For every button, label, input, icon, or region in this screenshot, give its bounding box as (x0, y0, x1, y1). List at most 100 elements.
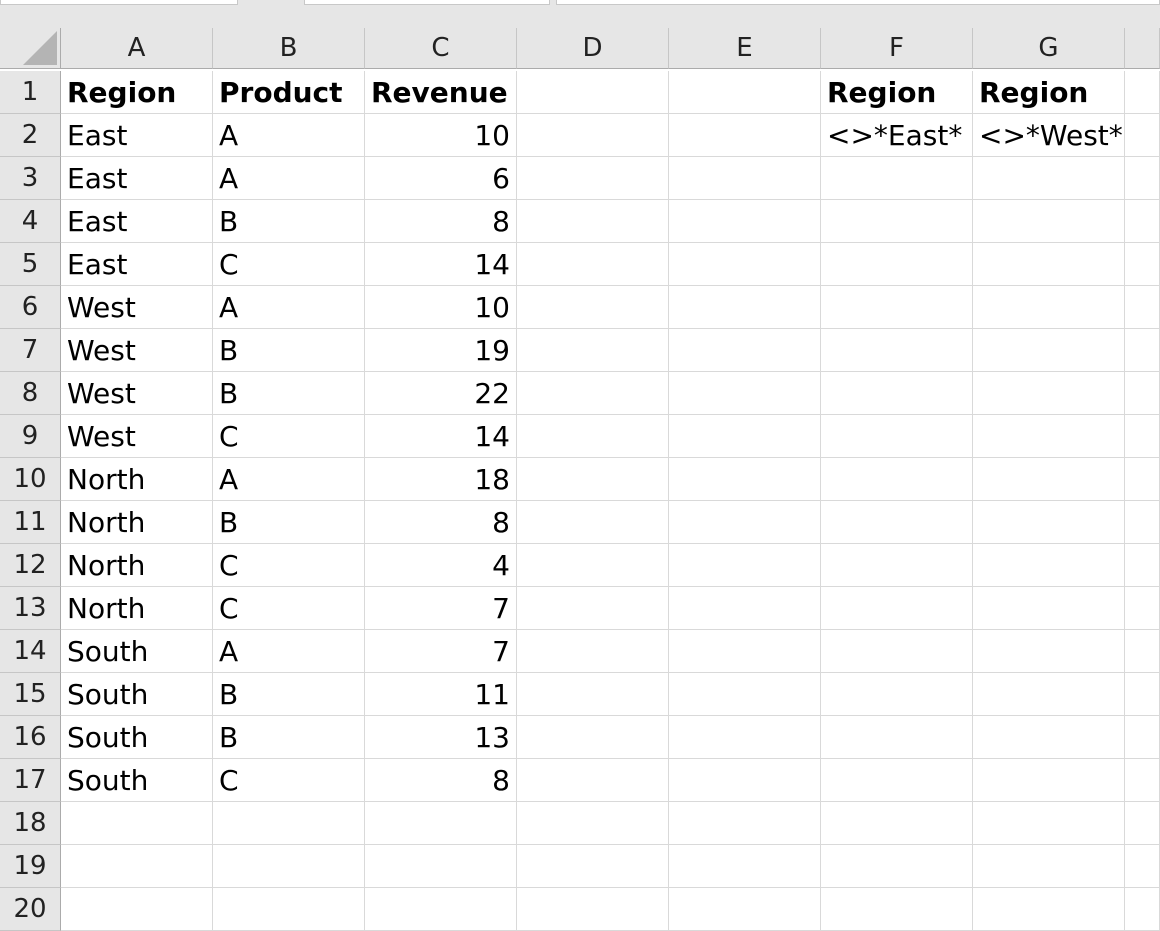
cell-D19[interactable] (517, 845, 669, 888)
cell-E12[interactable] (669, 544, 821, 587)
cell-E4[interactable] (669, 200, 821, 243)
column-header-D[interactable]: D (517, 28, 669, 69)
cell-B17[interactable]: C (213, 759, 365, 802)
cell-G10[interactable] (973, 458, 1125, 501)
cell-A2[interactable]: East (61, 114, 213, 157)
cell-C8[interactable]: 22 (365, 372, 517, 415)
cell-A8[interactable]: West (61, 372, 213, 415)
row-header-8[interactable]: 8 (0, 372, 61, 415)
cell-B9[interactable]: C (213, 415, 365, 458)
row-header-17[interactable]: 17 (0, 759, 61, 802)
cell-C3[interactable]: 6 (365, 157, 517, 200)
row-header-10[interactable]: 10 (0, 458, 61, 501)
cell-F2[interactable]: <>*East* (821, 114, 973, 157)
cell-D13[interactable] (517, 587, 669, 630)
cell-D3[interactable] (517, 157, 669, 200)
cell-partial-10[interactable] (1125, 458, 1160, 501)
cell-F16[interactable] (821, 716, 973, 759)
row-header-5[interactable]: 5 (0, 243, 61, 286)
row-header-1[interactable]: 1 (0, 71, 61, 114)
cell-G5[interactable] (973, 243, 1125, 286)
cell-E19[interactable] (669, 845, 821, 888)
cell-D9[interactable] (517, 415, 669, 458)
cell-D20[interactable] (517, 888, 669, 931)
cell-G16[interactable] (973, 716, 1125, 759)
cell-E9[interactable] (669, 415, 821, 458)
cell-G19[interactable] (973, 845, 1125, 888)
cell-A1[interactable]: Region (61, 71, 213, 114)
cell-B7[interactable]: B (213, 329, 365, 372)
cell-partial-2[interactable] (1125, 114, 1160, 157)
cell-B5[interactable]: C (213, 243, 365, 286)
cell-E11[interactable] (669, 501, 821, 544)
cell-D7[interactable] (517, 329, 669, 372)
cell-C15[interactable]: 11 (365, 673, 517, 716)
cell-B10[interactable]: A (213, 458, 365, 501)
column-header-E[interactable]: E (669, 28, 821, 69)
cell-C11[interactable]: 8 (365, 501, 517, 544)
cell-F17[interactable] (821, 759, 973, 802)
cell-B6[interactable]: A (213, 286, 365, 329)
cell-D16[interactable] (517, 716, 669, 759)
row-header-7[interactable]: 7 (0, 329, 61, 372)
cell-F13[interactable] (821, 587, 973, 630)
cell-B12[interactable]: C (213, 544, 365, 587)
cell-partial-15[interactable] (1125, 673, 1160, 716)
cell-partial-5[interactable] (1125, 243, 1160, 286)
column-header-A[interactable]: A (61, 28, 213, 69)
row-header-4[interactable]: 4 (0, 200, 61, 243)
cell-partial-6[interactable] (1125, 286, 1160, 329)
cell-D18[interactable] (517, 802, 669, 845)
row-header-9[interactable]: 9 (0, 415, 61, 458)
cell-G3[interactable] (973, 157, 1125, 200)
cell-partial-11[interactable] (1125, 501, 1160, 544)
cell-A14[interactable]: South (61, 630, 213, 673)
cell-A20[interactable] (61, 888, 213, 931)
cell-A16[interactable]: South (61, 716, 213, 759)
cell-B1[interactable]: Product (213, 71, 365, 114)
cell-partial-13[interactable] (1125, 587, 1160, 630)
cell-C20[interactable] (365, 888, 517, 931)
cell-D1[interactable] (517, 71, 669, 114)
cell-B3[interactable]: A (213, 157, 365, 200)
cell-G11[interactable] (973, 501, 1125, 544)
cell-E10[interactable] (669, 458, 821, 501)
cell-F20[interactable] (821, 888, 973, 931)
cell-A13[interactable]: North (61, 587, 213, 630)
cell-A3[interactable]: East (61, 157, 213, 200)
cell-E8[interactable] (669, 372, 821, 415)
cell-E14[interactable] (669, 630, 821, 673)
cell-B14[interactable]: A (213, 630, 365, 673)
cell-D8[interactable] (517, 372, 669, 415)
cell-E17[interactable] (669, 759, 821, 802)
cell-D14[interactable] (517, 630, 669, 673)
row-header-16[interactable]: 16 (0, 716, 61, 759)
cell-D10[interactable] (517, 458, 669, 501)
cell-B11[interactable]: B (213, 501, 365, 544)
cell-G9[interactable] (973, 415, 1125, 458)
cell-partial-20[interactable] (1125, 888, 1160, 931)
cell-A11[interactable]: North (61, 501, 213, 544)
cell-B19[interactable] (213, 845, 365, 888)
cell-C13[interactable]: 7 (365, 587, 517, 630)
cell-G15[interactable] (973, 673, 1125, 716)
cell-E2[interactable] (669, 114, 821, 157)
row-header-18[interactable]: 18 (0, 802, 61, 845)
column-header-partial[interactable] (1125, 28, 1160, 69)
cell-D17[interactable] (517, 759, 669, 802)
cell-B2[interactable]: A (213, 114, 365, 157)
cell-partial-18[interactable] (1125, 802, 1160, 845)
cell-F19[interactable] (821, 845, 973, 888)
cell-E16[interactable] (669, 716, 821, 759)
cell-F12[interactable] (821, 544, 973, 587)
cell-A7[interactable]: West (61, 329, 213, 372)
cell-D12[interactable] (517, 544, 669, 587)
cell-G2[interactable]: <>*West* (973, 114, 1125, 157)
cell-C1[interactable]: Revenue (365, 71, 517, 114)
cell-E1[interactable] (669, 71, 821, 114)
cell-E6[interactable] (669, 286, 821, 329)
cell-partial-19[interactable] (1125, 845, 1160, 888)
cell-G1[interactable]: Region (973, 71, 1125, 114)
cell-partial-3[interactable] (1125, 157, 1160, 200)
column-header-G[interactable]: G (973, 28, 1125, 69)
